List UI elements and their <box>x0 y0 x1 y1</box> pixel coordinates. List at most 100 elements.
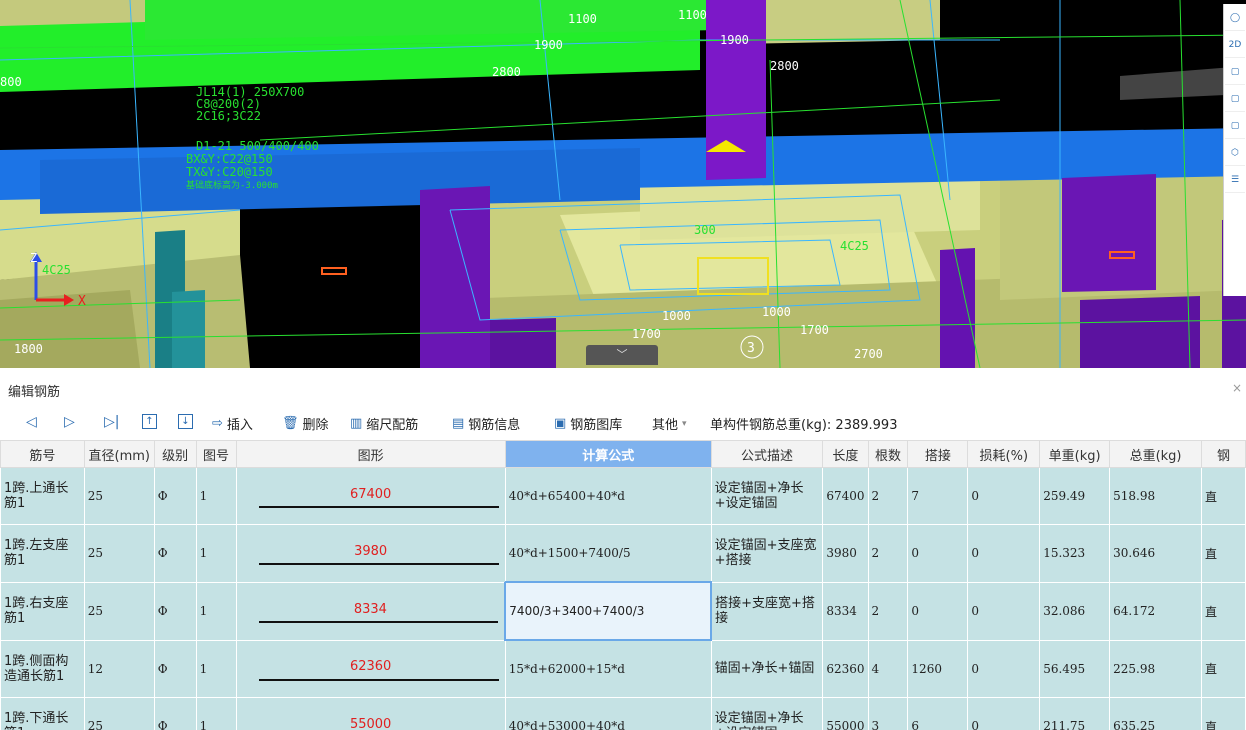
info-button[interactable]: ▤ 钢筋信息 <box>452 414 520 433</box>
cell-type[interactable]: 直 <box>1200 524 1246 583</box>
cell-len[interactable]: 8334 <box>822 581 869 641</box>
cell-dia[interactable]: 25 <box>83 697 155 730</box>
cell-type[interactable]: 直 <box>1200 581 1246 641</box>
cell-fig[interactable]: 1 <box>195 639 237 698</box>
cell-lap[interactable]: 6 <box>907 697 969 730</box>
cell-grade[interactable]: Φ <box>153 697 197 730</box>
cell-loss[interactable]: 0 <box>967 697 1041 730</box>
move-up-icon[interactable]: ↑ <box>142 414 157 429</box>
cell-len[interactable]: 55000 <box>822 697 869 730</box>
cell-total[interactable]: 225.98 <box>1109 639 1202 698</box>
cell-total[interactable]: 30.646 <box>1109 524 1202 583</box>
col-header[interactable]: 长度 <box>822 440 869 468</box>
cell-desc[interactable]: 设定锚固+净长+设定锚固 <box>710 697 824 730</box>
frame-view-icon[interactable]: ▢ <box>1225 114 1245 139</box>
table-row[interactable]: 1跨.上通长筋1 25 Φ 1 67400 40*d+65400+40*d 设定锚固+净长+… <box>0 467 1246 525</box>
cell-len[interactable]: 62360 <box>822 639 869 698</box>
cell-len[interactable]: 3980 <box>822 524 869 583</box>
col-header[interactable]: 公式描述 <box>710 440 824 468</box>
cell-shape[interactable]: 67400 <box>235 467 506 525</box>
list-view-icon[interactable]: ☰ <box>1225 168 1245 193</box>
cell-formula[interactable]: 15*d+62000+15*d <box>504 639 712 698</box>
cell-len[interactable]: 67400 <box>822 467 869 525</box>
cell-lap[interactable]: 0 <box>907 581 969 641</box>
col-header[interactable]: 单重(kg) <box>1039 440 1111 468</box>
cell-fig[interactable]: 1 <box>195 697 237 730</box>
cell-desc[interactable]: 锚固+净长+锚固 <box>710 639 824 698</box>
col-header-active[interactable]: 计算公式 <box>504 440 712 468</box>
next-icon[interactable]: ▷ <box>64 414 75 430</box>
cell-grade[interactable]: Φ <box>153 639 197 698</box>
cell-name[interactable]: 1跨.右支座筋1 <box>0 581 85 641</box>
cell-name[interactable]: 1跨.下通长筋1 <box>0 697 85 730</box>
cell-loss[interactable]: 0 <box>967 524 1041 583</box>
cell-dia[interactable]: 25 <box>83 467 155 525</box>
last-icon[interactable]: ▷| <box>104 414 119 430</box>
cell-lap[interactable]: 1260 <box>907 639 969 698</box>
table-row[interactable]: 1跨.侧面构造通长筋1 12 Φ 1 62360 15*d+62000+15*d 锚固+净长… <box>0 639 1246 698</box>
prev-icon[interactable]: ◁ <box>26 414 37 430</box>
cell-shape[interactable]: 8334 <box>235 581 506 641</box>
cell-count[interactable]: 4 <box>867 639 909 698</box>
dynamic-observe-icon[interactable]: ◯ <box>1225 6 1245 31</box>
cell-desc[interactable]: 搭接+支座宽+搭接 <box>710 581 824 641</box>
cell-name[interactable]: 1跨.上通长筋1 <box>0 467 85 525</box>
col-header[interactable]: 总重(kg) <box>1109 440 1202 468</box>
cell-lap[interactable]: 7 <box>907 467 969 525</box>
cell-shape[interactable]: 3980 <box>235 524 506 583</box>
cell-unit[interactable]: 15.323 <box>1039 524 1111 583</box>
cell-name[interactable]: 1跨.左支座筋1 <box>0 524 85 583</box>
cell-name[interactable]: 1跨.侧面构造通长筋1 <box>0 639 85 698</box>
cell-unit[interactable]: 211.75 <box>1039 697 1111 730</box>
3d-viewport[interactable]: 1100 1100 1900 1900 2800 2800 800 1000 1… <box>0 0 1246 368</box>
col-header[interactable]: 筋号 <box>0 440 85 468</box>
col-header[interactable]: 图号 <box>195 440 237 468</box>
cell-loss[interactable]: 0 <box>967 581 1041 641</box>
col-header[interactable]: 损耗(%) <box>967 440 1041 468</box>
cell-fig[interactable]: 1 <box>195 524 237 583</box>
insert-button[interactable]: ⇨ 插入 <box>212 414 253 433</box>
collapse-handle[interactable]: ﹀ <box>586 345 658 365</box>
cell-formula[interactable]: 40*d+53000+40*d <box>504 697 712 730</box>
cell-fig[interactable]: 1 <box>195 581 237 641</box>
cell-count[interactable]: 3 <box>867 697 909 730</box>
scale-button[interactable]: ▥ 缩尺配筋 <box>350 414 418 433</box>
cell-formula[interactable]: 7400/3+3400+7400/3 <box>504 581 713 641</box>
cell-dia[interactable]: 25 <box>83 524 155 583</box>
cell-lap[interactable]: 0 <box>907 524 969 583</box>
top-view-icon[interactable]: ▢ <box>1225 60 1245 85</box>
cell-count[interactable]: 2 <box>867 581 909 641</box>
cell-shape[interactable]: 55000 <box>235 697 506 730</box>
col-header[interactable]: 直径(mm) <box>83 440 155 468</box>
table-row[interactable]: 1跨.左支座筋1 25 Φ 1 3980 40*d+1500+7400/5 设定锚固+支座宽… <box>0 524 1246 583</box>
2d-view-icon[interactable]: 2D <box>1225 33 1245 58</box>
cube-view-icon[interactable]: ⬡ <box>1225 141 1245 166</box>
cell-loss[interactable]: 0 <box>967 639 1041 698</box>
cell-count[interactable]: 2 <box>867 467 909 525</box>
cell-grade[interactable]: Φ <box>153 581 197 641</box>
cell-formula[interactable]: 40*d+65400+40*d <box>504 467 712 525</box>
cell-formula[interactable]: 40*d+1500+7400/5 <box>504 524 712 583</box>
cell-total[interactable]: 635.25 <box>1109 697 1202 730</box>
cell-type[interactable]: 直 <box>1200 639 1246 698</box>
cell-type[interactable]: 直 <box>1200 697 1246 730</box>
cell-dia[interactable]: 12 <box>83 639 155 698</box>
cell-grade[interactable]: Φ <box>153 467 197 525</box>
move-down-icon[interactable]: ↓ <box>178 414 193 429</box>
cell-shape[interactable]: 62360 <box>235 639 506 698</box>
other-dropdown[interactable]: 其他 ▾ <box>652 414 687 433</box>
col-header[interactable]: 搭接 <box>907 440 969 468</box>
cell-unit[interactable]: 259.49 <box>1039 467 1111 525</box>
cell-total[interactable]: 518.98 <box>1109 467 1202 525</box>
cell-fig[interactable]: 1 <box>195 467 237 525</box>
cell-unit[interactable]: 32.086 <box>1039 581 1111 641</box>
view-3d-icon[interactable]: ▢ <box>1225 87 1245 112</box>
col-header[interactable]: 级别 <box>153 440 197 468</box>
col-header[interactable]: 根数 <box>867 440 909 468</box>
close-icon[interactable]: × <box>1232 381 1242 395</box>
delete-button[interactable]: 🗑 删除 <box>282 414 329 433</box>
table-row[interactable]: 1跨.右支座筋1 25 Φ 1 8334 7400/3+3400+7400/3 搭接+支座宽… <box>0 581 1246 641</box>
table-row[interactable]: 1跨.下通长筋125Φ1 55000 40*d+53000+40*d设定锚固+净长+… <box>0 697 1246 730</box>
cell-unit[interactable]: 56.495 <box>1039 639 1111 698</box>
cell-count[interactable]: 2 <box>867 524 909 583</box>
